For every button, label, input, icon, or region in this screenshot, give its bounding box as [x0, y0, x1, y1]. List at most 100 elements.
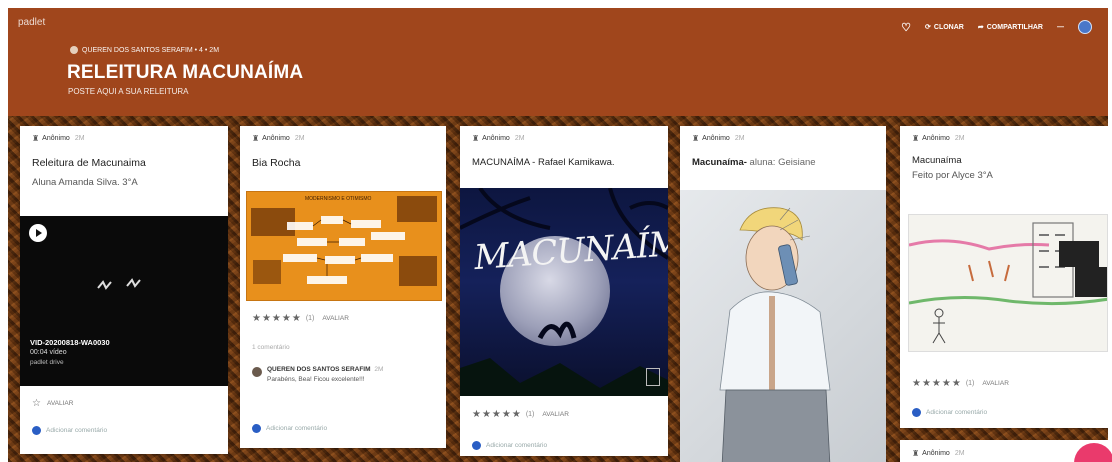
clone-icon: ⟳: [925, 24, 931, 31]
post-meta: ♜ Anônimo 2M: [472, 134, 658, 143]
post-title-main: Macunaíma-: [692, 157, 747, 168]
video-source: padlet drive: [30, 359, 64, 366]
more-menu-button[interactable]: —: [1057, 24, 1064, 31]
landscape-drawing: [909, 222, 1107, 344]
drawing-photo[interactable]: [680, 190, 886, 462]
anonymous-icon: ♜: [252, 134, 260, 143]
comment-author: QUEREN DOS SANTOS SERAFIM: [267, 366, 371, 373]
post-title: Releitura de Macunaima: [32, 157, 146, 169]
post-title-suffix: aluna: Geisiane: [746, 157, 816, 168]
star-rating-icons: ★★★★★: [252, 313, 302, 324]
author-line-text: QUEREN DOS SANTOS SERAFIM • 4 • 2M: [82, 46, 220, 54]
commenter-avatar: [472, 441, 481, 450]
post-card[interactable]: ♜ Anônimo 2M MACUNAÍMA - Rafael Kamikawa…: [460, 126, 668, 456]
post-meta: ♜ Anônimo 2M: [692, 134, 876, 143]
mindmap-diagram: [251, 196, 437, 286]
post-title: Macunaíma: [912, 155, 962, 166]
commenter-avatar: [252, 424, 261, 433]
post-time: 2M: [74, 135, 85, 142]
macunaima-artwork[interactable]: MACUNAÍMA: [460, 188, 668, 396]
rating-count: (1): [305, 315, 315, 322]
add-comment-placeholder: Adicionar comentário: [926, 409, 988, 416]
post-author: Anônimo: [922, 450, 950, 457]
header-actions: ♡ ⟳ CLONAR ➦ COMPARTILHAR —: [901, 20, 1092, 34]
share-label: COMPARTILHAR: [986, 23, 1043, 31]
post-author: Anônimo: [702, 135, 730, 142]
star-rating-icons: ★★★★★: [912, 378, 962, 389]
post-time: 2M: [954, 450, 965, 457]
clone-label: CLONAR: [933, 23, 964, 31]
board-header: padlet QUEREN DOS SANTOS SERAFIM • 4 • 2…: [8, 8, 1108, 116]
rate-button[interactable]: ☆ AVALIAR: [20, 398, 85, 409]
anonymous-icon: ♜: [912, 449, 920, 458]
page-subtitle: POSTE AQUI A SUA RELEITURA: [68, 87, 189, 96]
comments-count[interactable]: 1 comentário: [252, 344, 290, 351]
signature-mark: [646, 368, 660, 386]
post-time: 2M: [514, 135, 525, 142]
post-card[interactable]: ♜ Anônimo 2M Releitura de Macunaima Alun…: [20, 126, 228, 454]
add-comment-placeholder: Adicionar comentário: [486, 442, 548, 449]
post-header: ♜ Anônimo 2M Releitura de Macunaima Alun…: [20, 126, 228, 188]
video-info: 00:04 vídeo: [30, 349, 67, 356]
add-comment-field[interactable]: Adicionar comentário: [460, 441, 559, 450]
commenter-avatar: [912, 408, 921, 417]
user-avatar[interactable]: [1078, 20, 1092, 34]
post-meta: ♜ Anônimo 2M: [912, 134, 1098, 143]
rate-label: AVALIAR: [46, 400, 74, 407]
rating-count: (1): [525, 411, 535, 418]
clone-button[interactable]: ⟳ CLONAR: [925, 23, 964, 32]
post-card[interactable]: ♜ Anônimo 2M Bia Rocha MODERNISMO E OTIM…: [240, 126, 446, 448]
post-title: Macunaíma- aluna: Geisiane: [692, 157, 876, 168]
post-header: ♜ Anônimo 2M Macunaíma Feito por Alyce 3…: [900, 126, 1108, 181]
post-rating[interactable]: ★★★★★ (1) AVALIAR: [240, 313, 361, 324]
heart-icon[interactable]: ♡: [901, 21, 911, 34]
rating-count: (1): [965, 380, 975, 387]
mindmap-image[interactable]: MODERNISMO E OTIMISMO: [246, 191, 442, 301]
comment-text: Parabéns, Bea! Ficou excelente!!!: [267, 376, 365, 383]
post-body: Feito por Alyce 3°A: [912, 170, 993, 181]
rate-label: AVALIAR: [322, 315, 349, 322]
rate-label: AVALIAR: [982, 380, 1009, 387]
share-icon: ➦: [977, 24, 984, 31]
anonymous-icon: ♜: [32, 134, 40, 143]
post-title: MACUNAÍMA - Rafael Kamikawa.: [472, 157, 615, 168]
star-rating-icons: ★★★★★: [472, 409, 522, 420]
brand-logo[interactable]: padlet: [18, 17, 45, 28]
add-comment-placeholder: Adicionar comentário: [46, 427, 108, 434]
figure-drawing: [719, 207, 831, 462]
post-rating[interactable]: ★★★★★ (1) AVALIAR: [900, 378, 1021, 389]
padlet-board: padlet QUEREN DOS SANTOS SERAFIM • 4 • 2…: [8, 8, 1108, 462]
rate-label: AVALIAR: [542, 411, 569, 418]
crayon-drawing[interactable]: [908, 214, 1108, 352]
post-author: Anônimo: [262, 135, 290, 142]
add-comment-placeholder: Adicionar comentário: [266, 425, 328, 432]
post-header: ♜ Anônimo 2M Bia Rocha: [240, 126, 446, 169]
anonymous-icon: ♜: [472, 134, 480, 143]
board-author-line: QUEREN DOS SANTOS SERAFIM • 4 • 2M: [70, 46, 219, 54]
commenter-avatar: [32, 426, 41, 435]
anonymous-icon: ♜: [912, 134, 920, 143]
post-meta: ♜ Anônimo 2M: [252, 134, 436, 143]
add-comment-field[interactable]: Adicionar comentário: [20, 426, 119, 435]
author-avatar: [70, 46, 78, 54]
post-time: 2M: [954, 135, 965, 142]
post-title: Bia Rocha: [252, 157, 301, 169]
add-comment-field[interactable]: Adicionar comentário: [900, 408, 999, 417]
add-comment-field[interactable]: Adicionar comentário: [240, 424, 339, 433]
post-card[interactable]: ♜ Anônimo 2M Macunaíma Feito por Alyce 3…: [900, 126, 1108, 428]
star-outline-icon: ☆: [32, 398, 41, 409]
post-time: 2M: [734, 135, 745, 142]
post-meta: ♜ Anônimo 2M: [32, 134, 218, 143]
post-header: ♜ Anônimo 2M MACUNAÍMA - Rafael Kamikawa…: [460, 126, 668, 168]
share-button[interactable]: ➦ COMPARTILHAR: [977, 23, 1043, 32]
post-card[interactable]: ♜ Anônimo 2M Macunaíma- aluna: Geisiane: [680, 126, 886, 462]
video-filename: VID-20200818-WA0030: [30, 338, 110, 347]
post-rating[interactable]: ★★★★★ (1) AVALIAR: [460, 409, 581, 420]
video-attachment[interactable]: VID-20200818-WA0030 00:04 vídeo padlet d…: [20, 216, 228, 386]
post-author: Anônimo: [42, 135, 70, 142]
post-author: Anônimo: [922, 135, 950, 142]
page-title: RELEITURA MACUNAÍMA: [67, 62, 304, 83]
anonymous-icon: ♜: [692, 134, 700, 143]
comment-time: 2M: [374, 366, 384, 373]
post-header: ♜ Anônimo 2M Macunaíma- aluna: Geisiane: [680, 126, 886, 168]
